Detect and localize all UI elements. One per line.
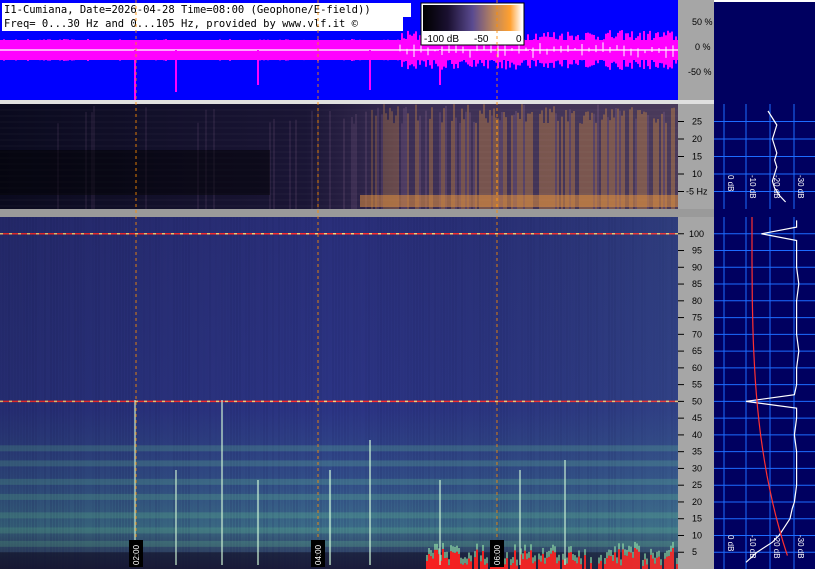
lower-side-x-tick-label: -30 dB <box>796 535 805 559</box>
upper-tick-label: -5 Hz <box>686 187 708 197</box>
lower-tick-label: 30 <box>692 463 702 473</box>
lower-tick-label: 40 <box>692 430 702 440</box>
lower-tick-label: 35 <box>692 447 702 457</box>
waveform-tick-0: 0 % <box>695 42 711 52</box>
lower-tick-label: 25 <box>692 480 702 490</box>
lower-tick-label: 45 <box>692 413 702 423</box>
lower-tick-label: 55 <box>692 380 702 390</box>
lower-spectrogram-shade <box>0 217 678 569</box>
lower-tick-label: 95 <box>692 246 702 256</box>
lower-tick-label: 70 <box>692 329 702 339</box>
upper-tick-label: 25 <box>692 117 702 127</box>
colorbar-label-max: 0 <box>516 34 522 45</box>
lower-side-x-tick-label: 0 dB <box>726 535 735 551</box>
time-marker-label: 02:00 <box>132 544 141 565</box>
panel-separator-1 <box>0 100 714 104</box>
upper-side-x-tick-label: -30 dB <box>796 175 805 199</box>
header-line-2: Freq= 0...30 Hz and 0...105 Hz, provided… <box>4 18 359 30</box>
lower-tick-label: 50 <box>692 396 702 406</box>
upper-spectrogram-quiet-region <box>0 150 270 195</box>
lower-tick-label: 65 <box>692 346 702 356</box>
upper-tick-label: 10 <box>692 169 702 179</box>
panel-separator-2 <box>0 209 714 217</box>
header-line-1: I1-Cumiana, Date=2026-04-28 Time=08:00 (… <box>4 4 371 16</box>
side-panel-top-bar <box>714 0 815 2</box>
colorbar-label-min: -100 dB <box>424 34 459 45</box>
lower-tick-label: 60 <box>692 363 702 373</box>
upper-side-x-tick-label: -10 dB <box>748 175 757 199</box>
lower-tick-label: 75 <box>692 313 702 323</box>
lower-tick-label: 20 <box>692 497 702 507</box>
upper-side-x-tick-label: 0 dB <box>726 175 735 191</box>
time-marker-label: 06:00 <box>493 544 502 565</box>
lower-tick-label: 15 <box>692 514 702 524</box>
colorbar-label-mid: -50 <box>474 34 489 45</box>
upper-tick-label: 15 <box>692 152 702 162</box>
lower-tick-label: 80 <box>692 296 702 306</box>
lower-tick-label: 100 <box>689 229 704 239</box>
waveform-tick-50: 50 % <box>692 17 713 27</box>
lower-side-x-tick-label: -10 dB <box>748 535 757 559</box>
waveform-tick-neg50: -50 % <box>688 67 712 77</box>
upper-tick-label: 20 <box>692 134 702 144</box>
colorbar-gradient <box>423 5 522 31</box>
time-marker-label: 04:00 <box>314 544 323 565</box>
lower-tick-label: 5 <box>692 547 697 557</box>
lower-tick-label: 10 <box>692 530 702 540</box>
lower-tick-label: 85 <box>692 279 702 289</box>
spectrogram-figure: I1-Cumiana, Date=2026-04-28 Time=08:00 (… <box>0 0 815 569</box>
lower-tick-label: 90 <box>692 262 702 272</box>
upper-spectrogram-low-band <box>360 195 678 207</box>
